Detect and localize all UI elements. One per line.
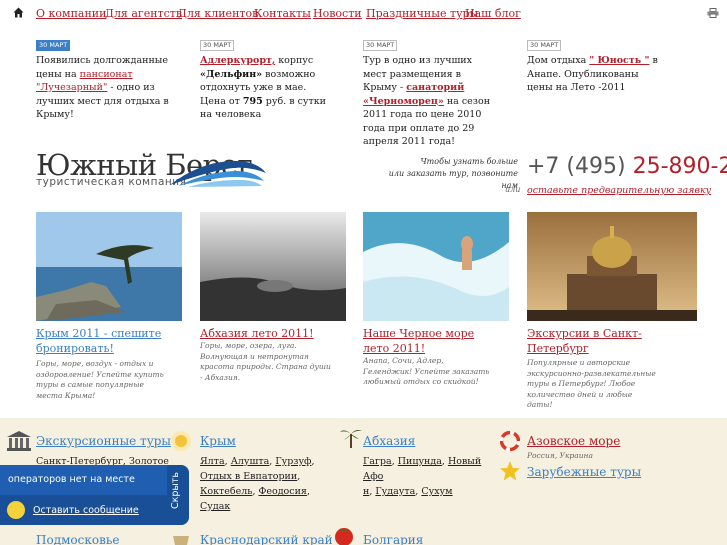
- crimea-link[interactable]: Феодосия: [258, 486, 306, 497]
- nav-about[interactable]: О компании: [36, 7, 106, 20]
- phone-hint: Чтобы узнать больше или заказать тур, по…: [380, 156, 518, 192]
- phone-hint-line: Чтобы узнать больше: [420, 157, 518, 166]
- crimea-link[interactable]: Гурзуф: [275, 456, 311, 467]
- crimea-link[interactable]: Судак: [200, 501, 230, 512]
- chat-hide-tab[interactable]: Скрыть: [167, 465, 189, 525]
- logo-subtitle: туристическая компания: [36, 176, 187, 188]
- news-date: 30 МАРТ: [200, 40, 235, 51]
- wave-logo-icon: [170, 160, 266, 187]
- category-excursions[interactable]: Экскурсионные туры: [36, 434, 171, 448]
- envelope-icon: [7, 501, 25, 519]
- top-navigation: О компании Для агентств Для клиентов Кон…: [0, 0, 727, 28]
- nav-clients[interactable]: Для клиентов: [178, 7, 258, 20]
- news-link[interactable]: " Юность ": [589, 55, 649, 66]
- abkhazia-link[interactable]: Гудаута: [375, 486, 415, 497]
- crimea-link[interactable]: Отдых в Евпатории: [200, 471, 297, 482]
- phone-code: +7 (495): [527, 154, 626, 179]
- nav-blog[interactable]: Наш блог: [465, 7, 521, 20]
- news-item: 30 МАРТ Появились долгожданные цены на п…: [36, 38, 186, 122]
- category-moscow-region[interactable]: Подмосковье: [36, 533, 119, 545]
- nav-contacts[interactable]: Контакты: [254, 7, 311, 20]
- tile-desc-black-sea: Анапа, Сочи, Адлер, Геленджик! Успейте з…: [363, 356, 490, 386]
- news-date: 30 МАРТ: [527, 40, 562, 51]
- basket-icon: [173, 536, 189, 545]
- category-crimea[interactable]: Крым: [200, 434, 236, 448]
- abkhazia-link[interactable]: Сухум: [421, 486, 452, 497]
- abkhazia-link[interactable]: Гагра: [363, 456, 392, 467]
- abkhazia-link[interactable]: н: [363, 486, 369, 497]
- phone-or-label: или: [505, 185, 521, 194]
- tile-desc-abkhazia: Горы, море, озера, луга. Волнующая и нет…: [200, 341, 331, 382]
- chat-action-bar: Оставить сообщение: [0, 495, 167, 525]
- petersburg-photo[interactable]: [527, 212, 697, 321]
- category-azov[interactable]: Азовское море: [527, 434, 620, 448]
- tile-title-black-sea[interactable]: Наше Черное море лето 2011!: [363, 326, 493, 356]
- chat-status: операторов нет на месте: [8, 474, 135, 485]
- abkhazia-photo[interactable]: [200, 212, 346, 321]
- category-abkhazia[interactable]: Абхазия: [363, 434, 415, 448]
- star-icon: [500, 461, 520, 481]
- news-item: 30 МАРТ Дом отдыха " Юность " в Анапе. О…: [527, 38, 665, 95]
- crimea-link[interactable]: Алушта: [231, 456, 270, 467]
- news-text-bold: «Дельфин»: [200, 68, 263, 80]
- lifebuoy-icon: [500, 431, 520, 451]
- nav-news[interactable]: Новости: [313, 7, 362, 20]
- nav-agencies[interactable]: Для агентств: [105, 7, 182, 20]
- leave-message-link[interactable]: Оставить сообщение: [33, 505, 139, 516]
- news-date: 30 МАРТ: [36, 40, 71, 51]
- news-link[interactable]: Адлеркурорт,: [200, 55, 275, 66]
- nav-holiday-tours[interactable]: Праздничные туры: [366, 7, 478, 20]
- news-text: корпус: [275, 55, 314, 66]
- abkhazia-link[interactable]: Пицунда: [398, 456, 442, 467]
- tile-desc-petersburg: Популярные и авторские экскурсионно-разв…: [527, 358, 656, 409]
- tile-desc-crimea: Горы, море, воздух - отдых и оздоровлени…: [36, 359, 164, 400]
- phone-hint-line: или заказать тур, позвоните нам: [388, 169, 518, 190]
- tile-title-petersburg[interactable]: Экскурсии в Санкт-Петербург: [527, 326, 647, 356]
- phone-digits: 25-890-25: [632, 154, 727, 179]
- news-text: Дом отдыха: [527, 55, 590, 66]
- crimea-photo[interactable]: [36, 212, 182, 321]
- phone-number: +7 (495) 25-890-25: [527, 154, 727, 179]
- home-icon[interactable]: [13, 7, 24, 18]
- chat-widget: операторов нет на месте Оставить сообщен…: [0, 465, 189, 525]
- category-krasnodar[interactable]: Краснодарский край: [200, 533, 333, 545]
- print-icon[interactable]: [707, 8, 719, 18]
- request-link[interactable]: оставьте предварительную заявку: [527, 185, 711, 196]
- tile-title-abkhazia[interactable]: Абхазия лето 2011!: [200, 326, 350, 341]
- news-item: 30 МАРТ Тур в одно из лучших мест размещ…: [363, 38, 498, 149]
- category-azov-sub: Россия, Украина: [527, 451, 593, 460]
- crimea-link[interactable]: Ялта: [200, 456, 225, 467]
- news-item: 30 МАРТ Адлеркурорт, корпус «Дельфин» во…: [200, 38, 332, 122]
- news-date: 30 МАРТ: [363, 40, 398, 51]
- category-abroad[interactable]: Зарубежные туры: [527, 465, 641, 479]
- tomato-icon: [335, 528, 353, 545]
- museum-icon: [7, 431, 31, 451]
- palm-icon: [340, 430, 362, 448]
- sun-icon: [171, 431, 191, 451]
- news-text-bold: 795: [242, 95, 263, 107]
- category-abkhazia-links: Гагра, Пицунда, Новый Афо н, Гудаута, Су…: [363, 456, 482, 497]
- category-bulgaria[interactable]: Болгария: [363, 533, 423, 545]
- black-sea-photo[interactable]: [363, 212, 509, 321]
- tile-title-crimea[interactable]: Крым 2011 - спешите бронировать!: [36, 326, 186, 356]
- crimea-link[interactable]: Коктебель: [200, 486, 252, 497]
- chat-hide-label[interactable]: Скрыть: [170, 472, 181, 509]
- category-crimea-links: Ялта, Алушта, Гурзуф, Отдых в Евпатории,…: [200, 456, 315, 512]
